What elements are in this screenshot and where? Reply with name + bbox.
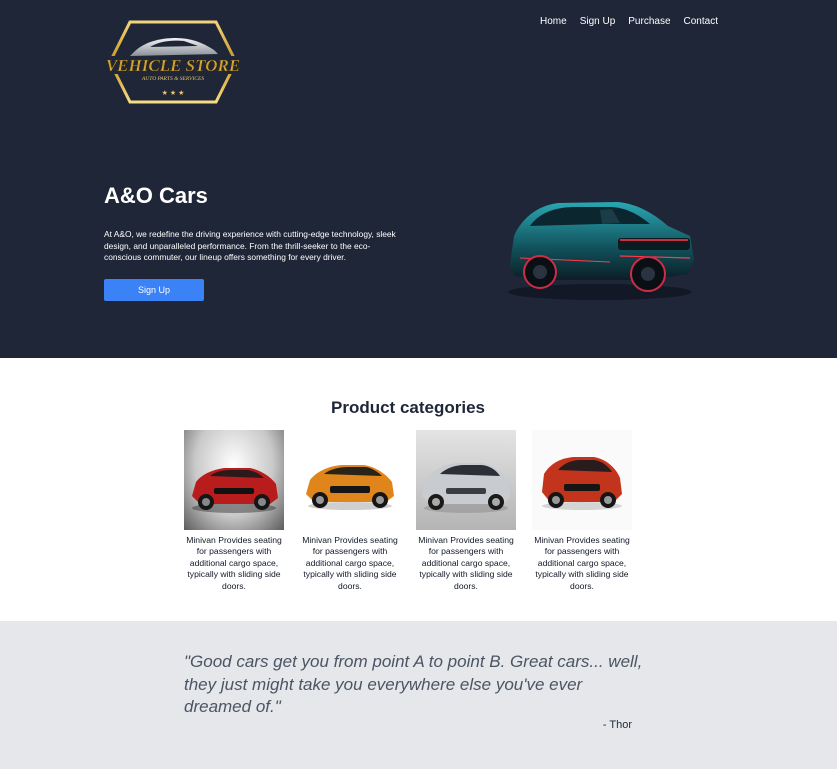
category-description: Minivan Provides seating for passengers … xyxy=(534,535,630,591)
hero-section: VEHICLE STORE AUTO PARTS & SERVICES ★ ★ … xyxy=(0,0,837,358)
nav-purchase-link[interactable]: Purchase xyxy=(628,16,670,27)
hero-suv-image xyxy=(500,192,700,302)
nav-signup-link[interactable]: Sign Up xyxy=(580,16,616,27)
category-cards: Minivan Provides seating for passengers … xyxy=(184,430,632,592)
category-card[interactable]: Minivan Provides seating for passengers … xyxy=(300,430,400,592)
vehicle-store-logo[interactable]: VEHICLE STORE AUTO PARTS & SERVICES ★ ★ … xyxy=(106,18,240,104)
category-card[interactable]: Minivan Provides seating for passengers … xyxy=(184,430,284,592)
car-image xyxy=(416,430,516,530)
quote-section: "Good cars get you from point A to point… xyxy=(0,621,837,769)
car-image xyxy=(184,430,284,530)
car-image xyxy=(532,430,632,530)
quote-text: "Good cars get you from point A to point… xyxy=(184,652,643,716)
logo-wordmark: VEHICLE STORE xyxy=(106,56,240,75)
logo-tagline: AUTO PARTS & SERVICES xyxy=(141,76,204,82)
hero-description: At A&O, we redefine the driving experien… xyxy=(104,229,396,262)
hero-title: A&O Cars xyxy=(104,183,208,208)
car-image xyxy=(300,430,400,530)
main-nav: Home Sign Up Purchase Contact xyxy=(540,16,731,27)
svg-text:★ ★ ★: ★ ★ ★ xyxy=(162,89,185,97)
product-categories-title: Product categories xyxy=(331,398,485,417)
quote-author: - Thor xyxy=(602,719,632,731)
category-description: Minivan Provides seating for passengers … xyxy=(302,535,398,591)
category-description: Minivan Provides seating for passengers … xyxy=(186,535,282,591)
nav-home-link[interactable]: Home xyxy=(540,16,567,27)
hero-signup-button[interactable]: Sign Up xyxy=(104,279,204,301)
category-card[interactable]: Minivan Provides seating for passengers … xyxy=(532,430,632,592)
category-card[interactable]: Minivan Provides seating for passengers … xyxy=(416,430,516,592)
nav-contact-link[interactable]: Contact xyxy=(684,16,718,27)
category-description: Minivan Provides seating for passengers … xyxy=(418,535,514,591)
